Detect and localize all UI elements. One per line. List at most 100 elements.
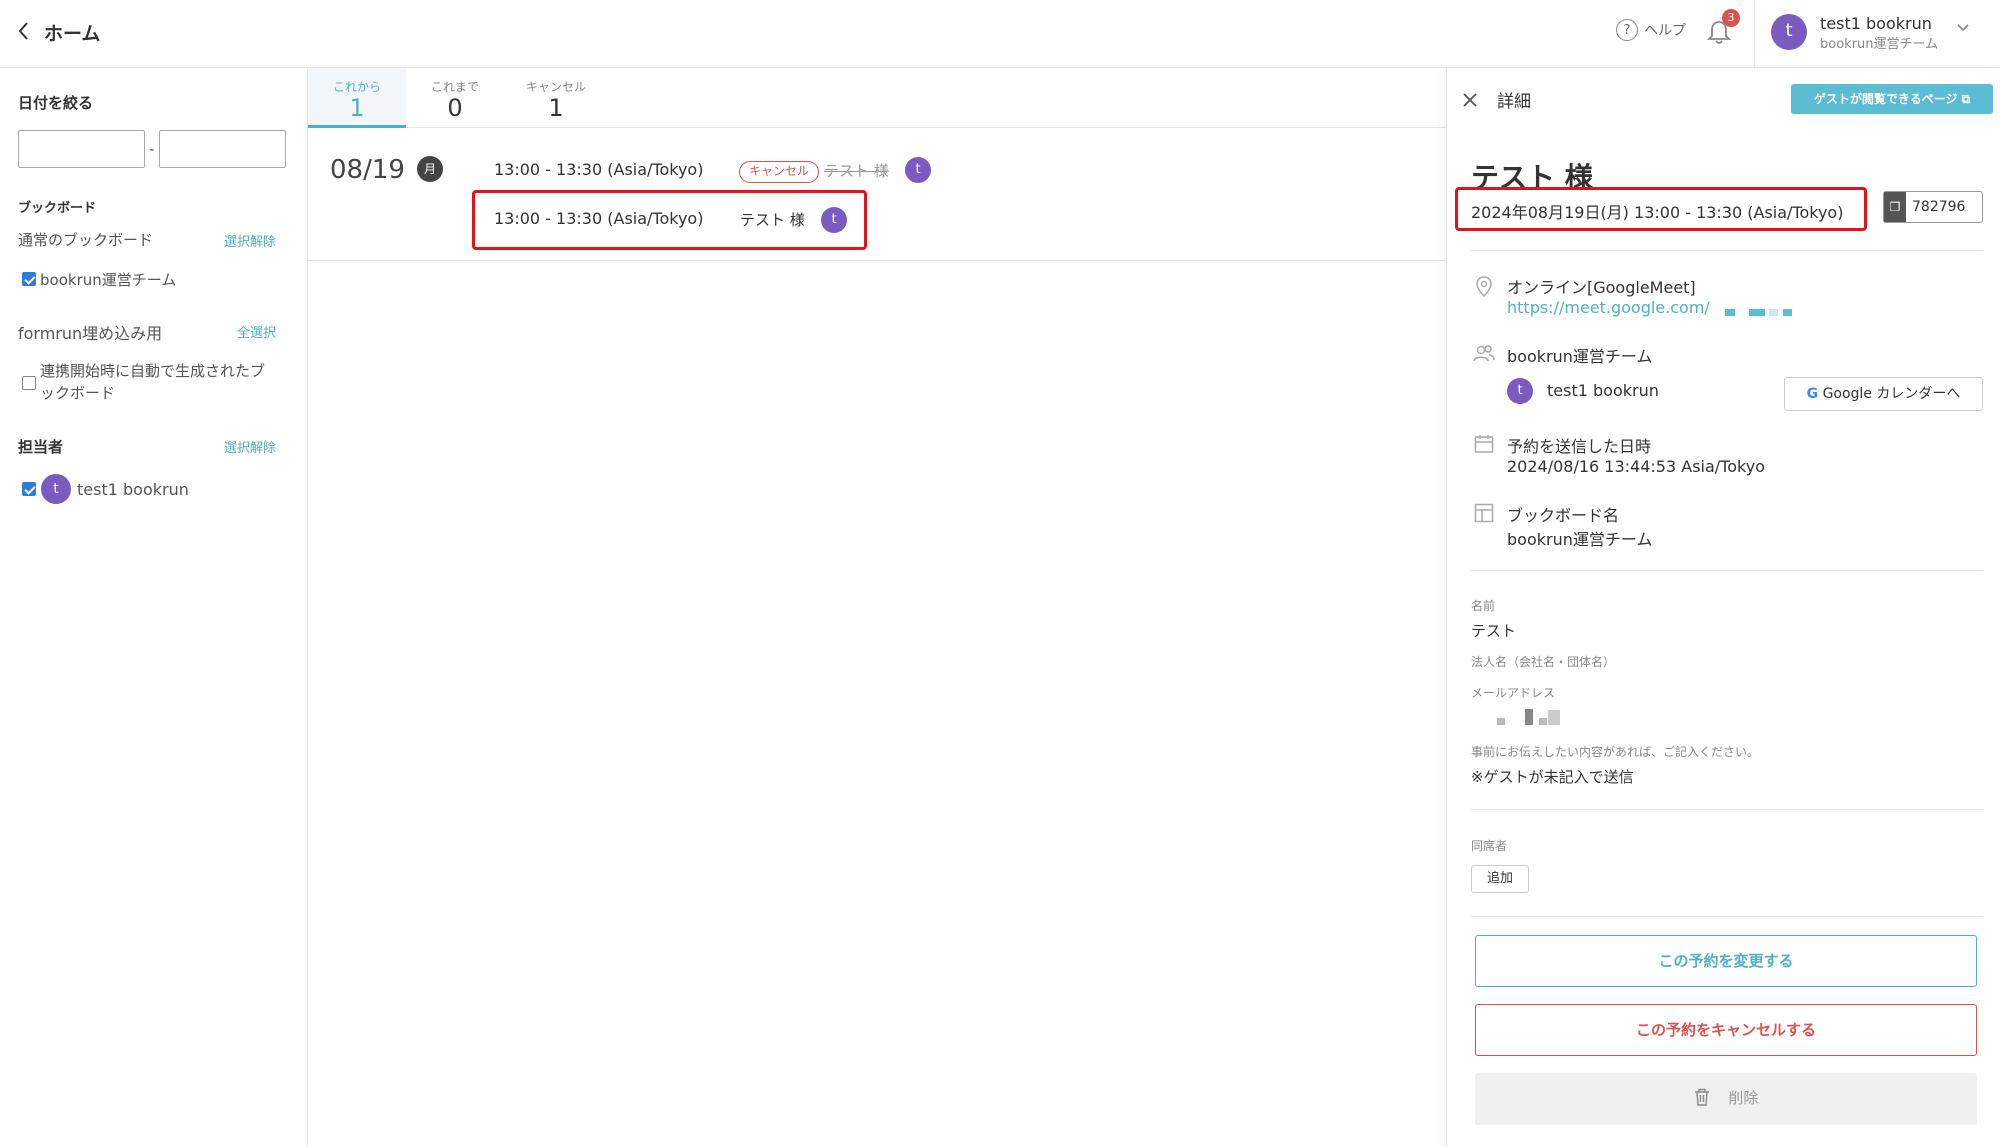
formrun-select-all-link[interactable]: 全選択 — [237, 322, 276, 341]
assignee-checkbox[interactable] — [22, 482, 36, 496]
tab-label: これまで — [430, 80, 479, 94]
sent-label: 予約を送信した日時 — [1507, 437, 1652, 456]
avatar: t — [1507, 378, 1533, 404]
reservation-id-copy[interactable]: ❐ 782796 — [1883, 191, 1983, 223]
change-reservation-button[interactable]: この予約を変更する — [1475, 935, 1977, 987]
field-note-label: 事前にお伝えしたい内容があれば、ご記入ください。 — [1471, 745, 1760, 759]
formrun-label: formrun埋め込み用 — [18, 324, 163, 343]
assignee-deselect-link[interactable]: 選択解除 — [224, 437, 276, 456]
field-name-label: 名前 — [1471, 599, 1496, 613]
normal-deselect-link[interactable]: 選択解除 — [224, 231, 276, 250]
weekday-badge: 月 — [417, 156, 443, 182]
reservation-guest-cancelled[interactable]: テスト 様 — [824, 160, 889, 181]
guest-page-label: ゲストが閲覧できるページ — [1813, 92, 1958, 106]
google-calendar-button[interactable]: G Google カレンダーへ — [1784, 377, 1983, 411]
reservation-id: 782796 — [1912, 199, 1966, 215]
tab-count: 1 — [548, 94, 564, 122]
attendees-label: 同席者 — [1471, 839, 1508, 853]
highlight-box — [1455, 187, 1867, 231]
bookboard-value: bookrun運営チーム — [1507, 530, 1653, 549]
team-name: bookrun運営チーム — [1507, 347, 1653, 366]
external-link-icon: ⧉ — [1961, 92, 1971, 106]
tab-cancelled[interactable]: キャンセル 1 — [504, 68, 608, 128]
page-title: ホーム — [44, 23, 101, 45]
reservation-list-area: これから 1 これまで 0 キャンセル 1 08/19 月 13:00 - 13… — [308, 68, 1446, 1147]
tab-label: キャンセル — [525, 80, 586, 94]
avatar: t — [905, 157, 931, 183]
redacted-block — [1525, 709, 1533, 725]
tab-bar: これから 1 これまで 0 キャンセル 1 — [308, 68, 1446, 128]
layout-icon — [1473, 503, 1495, 525]
normal-bookboard-label: 通常のブックボード — [18, 231, 154, 249]
reservation-time[interactable]: 13:00 - 13:30 (Asia/Tokyo) — [494, 160, 703, 179]
redacted-block — [1749, 309, 1765, 316]
chevron-left-icon[interactable] — [16, 20, 30, 48]
redacted-block — [1783, 309, 1792, 316]
date-to-input[interactable] — [159, 130, 286, 168]
google-calendar-label: Google カレンダーへ — [1822, 386, 1961, 402]
divider — [1471, 250, 1983, 251]
reservation-date: 08/19 — [330, 155, 405, 185]
top-header: ホーム ? ヘルプ 3 t test1 bookrun bookrun運営チーム — [0, 0, 2000, 68]
help-icon: ? — [1616, 19, 1638, 41]
location-pin-icon — [1473, 276, 1495, 298]
trash-icon — [1694, 1088, 1715, 1107]
help-label: ヘルプ — [1644, 23, 1686, 39]
bookboard-item-label[interactable]: bookrun運営チーム — [40, 269, 176, 290]
highlight-box — [472, 190, 867, 250]
field-name-value: テスト — [1471, 622, 1517, 640]
guest-page-button[interactable]: ゲストが閲覧できるページ ⧉ — [1791, 84, 1993, 114]
chevron-down-icon[interactable] — [1956, 18, 1970, 37]
redacted-block — [1497, 718, 1505, 725]
redacted-block — [1539, 718, 1547, 725]
field-email-label: メールアドレス — [1471, 686, 1556, 700]
delete-label: 削除 — [1728, 1089, 1759, 1107]
divider — [1471, 916, 1983, 917]
add-attendee-button[interactable]: 追加 — [1471, 865, 1529, 893]
date-filter-title: 日付を絞る — [18, 94, 94, 112]
location-label: オンライン[GoogleMeet] — [1507, 278, 1696, 297]
formrun-item-label-line1[interactable]: 連携開始時に自動で生成されたブ — [40, 360, 265, 381]
copy-icon: ❐ — [1884, 192, 1906, 222]
redacted-block — [1548, 710, 1560, 725]
help-link[interactable]: ? ヘルプ — [1616, 19, 1686, 41]
sent-value: 2024/08/16 13:44:53 Asia/Tokyo — [1507, 457, 1765, 476]
date-separator: - — [149, 140, 155, 158]
sidebar: 日付を絞る - ブックボード 通常のブックボード 選択解除 bookrun運営チ… — [0, 68, 308, 1147]
date-from-input[interactable] — [18, 130, 145, 168]
detail-panel: 詳細 ゲストが閲覧できるページ ⧉ テスト 様 2024年08月19日(月) 1… — [1446, 68, 2000, 1147]
users-icon — [1473, 344, 1495, 366]
field-company-label: 法人名（会社名・団体名） — [1471, 655, 1616, 669]
google-icon: G — [1806, 386, 1819, 402]
meeting-link[interactable]: https://meet.google.com/ — [1507, 298, 1710, 317]
tab-count: 1 — [349, 94, 365, 122]
assignee-title: 担当者 — [18, 438, 64, 456]
divider — [1471, 570, 1983, 571]
formrun-checkbox[interactable] — [22, 376, 36, 390]
user-name[interactable]: test1 bookrun — [1820, 14, 1932, 33]
delete-button[interactable]: 削除 — [1475, 1073, 1977, 1125]
detail-title: 詳細 — [1497, 92, 1531, 112]
list-divider — [308, 260, 1446, 261]
notification-badge: 3 — [1722, 9, 1740, 27]
avatar: t — [41, 474, 71, 504]
bookboard-title: ブックボード — [18, 201, 97, 216]
bookboard-checkbox[interactable] — [22, 272, 36, 286]
user-team: bookrun運営チーム — [1820, 37, 1939, 52]
cancel-reservation-button[interactable]: この予約をキャンセルする — [1475, 1004, 1977, 1056]
header-divider — [1754, 0, 1755, 68]
close-icon[interactable] — [1463, 88, 1477, 112]
tab-past[interactable]: これまで 0 — [406, 68, 504, 128]
tab-upcoming[interactable]: これから 1 — [308, 68, 406, 128]
avatar[interactable]: t — [1771, 14, 1807, 50]
redacted-block — [1769, 309, 1778, 316]
tab-label: これから — [332, 80, 381, 94]
bookboard-label: ブックボード名 — [1507, 506, 1620, 525]
redacted-block — [1725, 309, 1735, 316]
field-note-value: ※ゲストが未記入で送信 — [1471, 768, 1634, 786]
tab-count: 0 — [447, 94, 463, 122]
divider — [1471, 809, 1983, 810]
formrun-item-label-line2[interactable]: ックボード — [40, 382, 115, 403]
calendar-icon — [1473, 434, 1495, 456]
assignee-name[interactable]: test1 bookrun — [77, 480, 189, 499]
